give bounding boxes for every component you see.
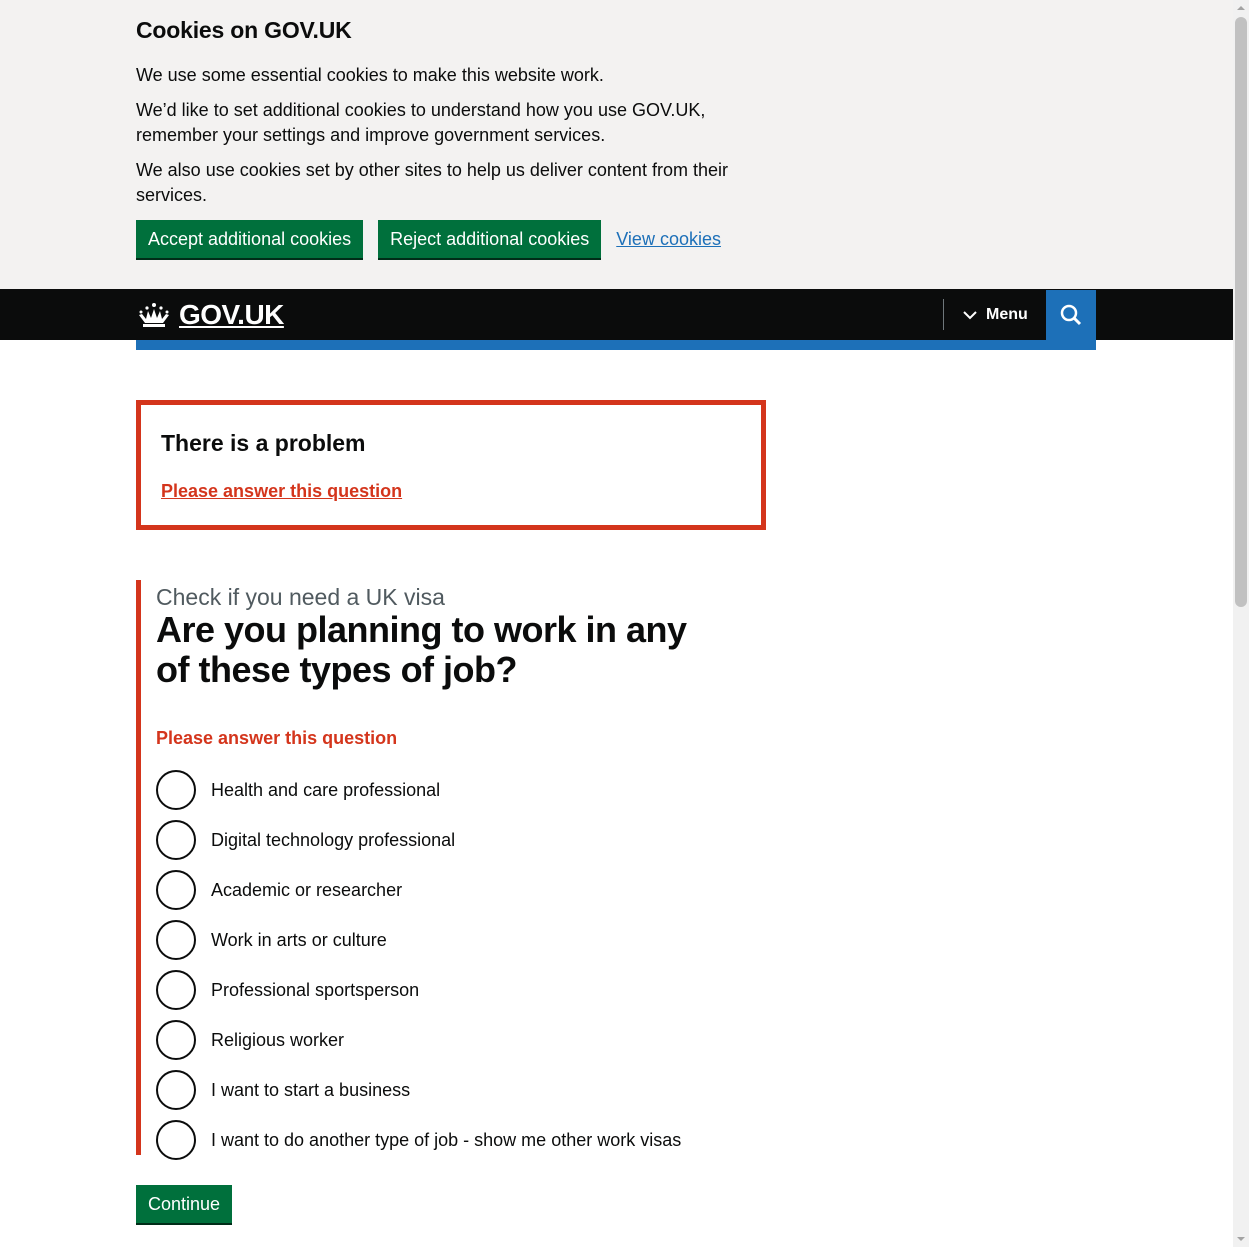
radio-button[interactable]	[156, 1070, 196, 1110]
radio-option[interactable]: I want to do another type of job - show …	[156, 1115, 681, 1165]
radio-button[interactable]	[156, 1120, 196, 1160]
radio-label[interactable]: I want to do another type of job - show …	[211, 1128, 681, 1153]
crown-icon	[139, 303, 169, 327]
cookie-banner: Cookies on GOV.UK We use some essential …	[0, 0, 1233, 289]
header-underline	[136, 340, 1096, 350]
radio-button[interactable]	[156, 870, 196, 910]
govuk-logo-link[interactable]: GOV.UK	[136, 299, 284, 331]
scrollbar-thumb[interactable]	[1235, 17, 1247, 607]
radio-label[interactable]: I want to start a business	[211, 1078, 410, 1103]
scroll-down-icon[interactable]	[1233, 1231, 1249, 1247]
radio-button[interactable]	[156, 820, 196, 860]
radio-option[interactable]: Health and care professional	[156, 765, 681, 815]
menu-label: Menu	[986, 306, 1028, 323]
radio-button[interactable]	[156, 920, 196, 960]
radio-button[interactable]	[156, 970, 196, 1010]
radio-option[interactable]: Religious worker	[156, 1015, 681, 1065]
error-summary: There is a problem Please answer this qu…	[136, 400, 766, 530]
scrollbar[interactable]	[1233, 0, 1249, 1247]
menu-divider	[943, 299, 944, 330]
error-summary-link[interactable]: Please answer this question	[161, 479, 402, 503]
chevron-down-icon	[963, 311, 977, 320]
page-caption: Check if you need a UK visa	[156, 584, 445, 610]
menu-button[interactable]: Menu	[962, 303, 1028, 327]
radio-option[interactable]: Professional sportsperson	[156, 965, 681, 1015]
radio-button[interactable]	[156, 1020, 196, 1060]
radio-option[interactable]: I want to start a business	[156, 1065, 681, 1115]
accept-cookies-button[interactable]: Accept additional cookies	[136, 220, 364, 258]
cookie-paragraph: We use some essential cookies to make th…	[136, 65, 604, 85]
cookie-banner-title: Cookies on GOV.UK	[136, 17, 352, 43]
radio-label[interactable]: Academic or researcher	[211, 878, 402, 903]
page-title: Are you planning to work in any of these…	[156, 609, 687, 690]
radio-group: Health and care professional Digital tec…	[156, 765, 681, 1165]
logo-text: GOV.UK	[179, 299, 284, 330]
radio-label[interactable]: Work in arts or culture	[211, 928, 387, 953]
continue-button[interactable]: Continue	[136, 1185, 233, 1223]
error-summary-title: There is a problem	[161, 430, 366, 456]
cookie-paragraph: We’d like to set additional cookies to u…	[136, 100, 706, 145]
radio-button[interactable]	[156, 770, 196, 810]
search-icon	[1060, 304, 1082, 326]
question-form-group: Check if you need a UK visa Are you plan…	[136, 580, 776, 1160]
view-cookies-link[interactable]: View cookies	[616, 229, 721, 250]
radio-option[interactable]: Work in arts or culture	[156, 915, 681, 965]
scroll-up-icon[interactable]	[1233, 0, 1249, 16]
radio-label[interactable]: Digital technology professional	[211, 828, 455, 853]
radio-option[interactable]: Academic or researcher	[156, 865, 681, 915]
reject-cookies-button[interactable]: Reject additional cookies	[378, 220, 602, 258]
radio-label[interactable]: Health and care professional	[211, 778, 440, 803]
error-message: Please answer this question	[156, 728, 398, 748]
radio-label[interactable]: Religious worker	[211, 1028, 344, 1053]
radio-option[interactable]: Digital technology professional	[156, 815, 681, 865]
radio-label[interactable]: Professional sportsperson	[211, 978, 419, 1003]
search-button[interactable]	[1046, 290, 1096, 340]
cookie-paragraph: We also use cookies set by other sites t…	[136, 160, 728, 205]
